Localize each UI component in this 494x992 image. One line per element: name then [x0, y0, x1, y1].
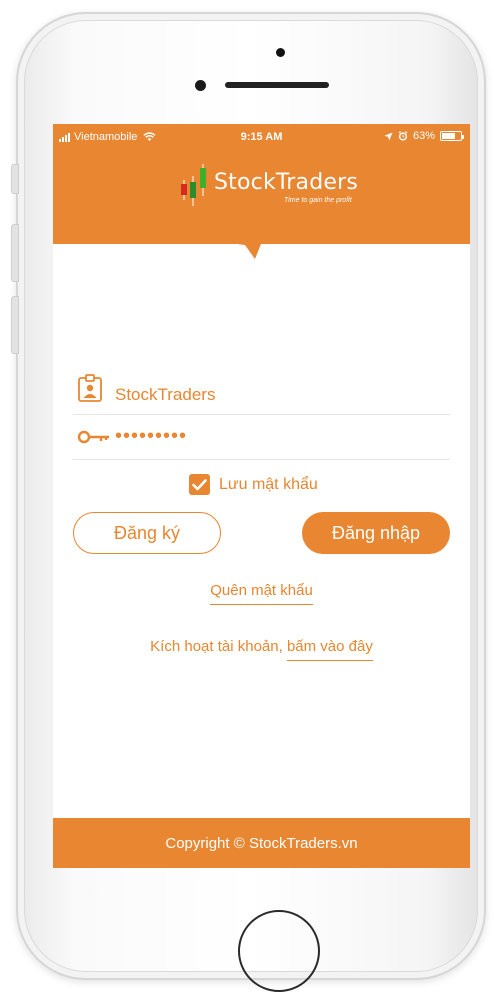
location-arrow-icon: [384, 131, 393, 141]
volume-down-button: [11, 296, 19, 354]
app-screen: Vietnamobile 9:15 AM 63% StockTraders Ti…: [53, 124, 470, 868]
header-peaks: [53, 219, 470, 259]
checkmark-icon: [192, 478, 207, 490]
password-field[interactable]: •••••••••: [73, 415, 450, 460]
remember-password[interactable]: Lưu mật khẩu: [189, 474, 318, 495]
copyright-text: Copyright © StockTraders.vn: [165, 834, 358, 852]
status-right: 63%: [384, 130, 464, 142]
forgot-password-link[interactable]: Quên mật khẩu: [210, 582, 313, 605]
key-icon: [77, 430, 109, 444]
activate-text: Kích hoạt tài khoản,: [150, 638, 283, 655]
candlestick-icon: [181, 164, 206, 206]
password-input[interactable]: •••••••••: [115, 425, 187, 448]
battery-percent: 63%: [412, 130, 435, 142]
app-footer: Copyright © StockTraders.vn: [53, 818, 470, 868]
activate-account: Kích hoạt tài khoản, bấm vào đây: [73, 638, 450, 661]
login-button[interactable]: Đăng nhập: [302, 512, 450, 554]
status-bar: Vietnamobile 9:15 AM 63%: [53, 124, 470, 150]
volume-up-button: [11, 224, 19, 282]
id-badge-icon: [78, 374, 102, 402]
brand-name: StockTraders: [214, 170, 359, 195]
brand-tagline: Time to gain the profit: [284, 197, 352, 204]
login-form: StockTraders ••••••••• Lưu mật khẩu Đăng…: [73, 370, 450, 661]
remember-checkbox[interactable]: [189, 474, 210, 495]
battery-icon: [440, 131, 464, 141]
remember-label: Lưu mật khẩu: [219, 475, 318, 493]
forgot-password: Quên mật khẩu: [73, 582, 450, 605]
mute-switch: [11, 164, 19, 194]
register-button[interactable]: Đăng ký: [73, 512, 221, 554]
earpiece-speaker: [225, 82, 329, 88]
username-input[interactable]: StockTraders: [115, 385, 215, 405]
activate-link[interactable]: bấm vào đây: [286, 638, 373, 661]
front-camera: [195, 80, 206, 91]
app-logo: StockTraders Time to gain the profit: [178, 162, 358, 212]
alarm-icon: [398, 131, 408, 141]
proximity-sensor: [276, 48, 285, 57]
home-button[interactable]: [238, 910, 320, 992]
username-field[interactable]: StockTraders: [73, 370, 450, 415]
